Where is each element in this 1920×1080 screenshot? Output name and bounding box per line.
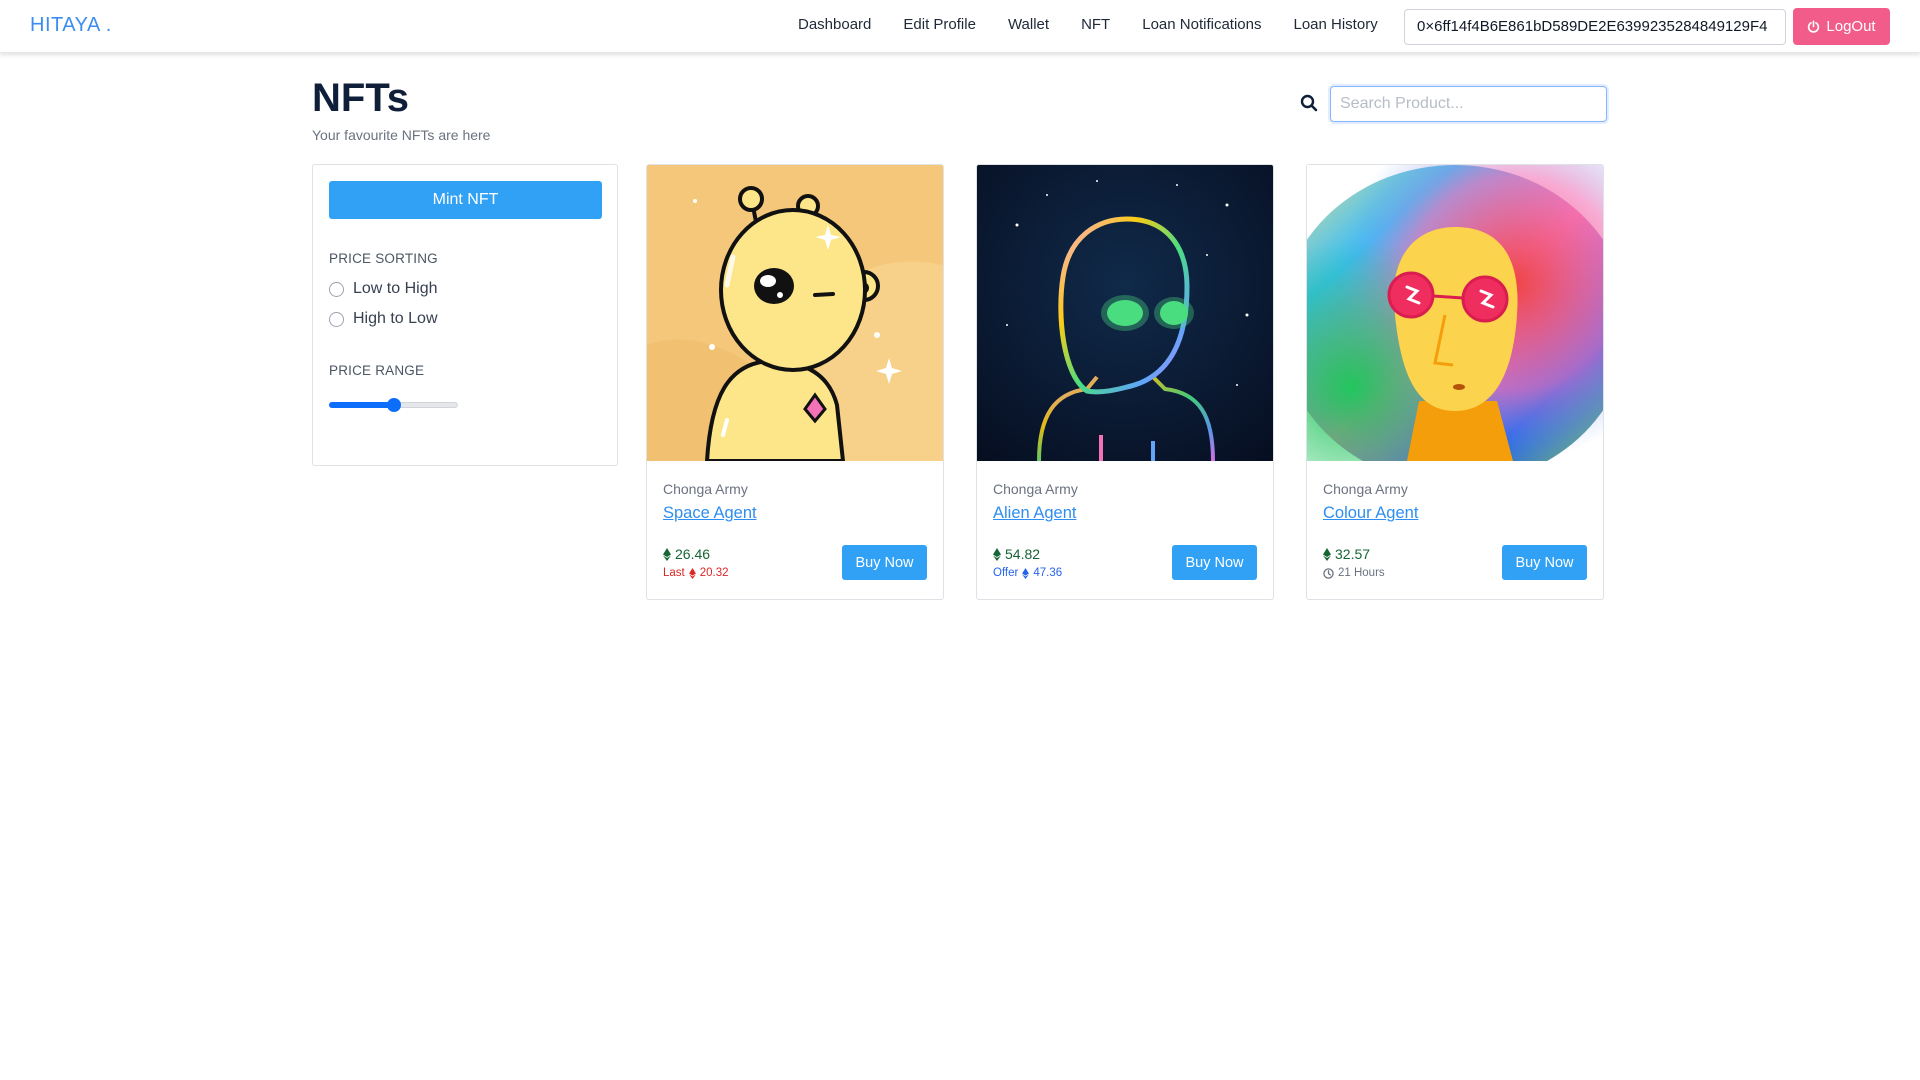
- nav-links: Dashboard Edit Profile Wallet NFT Loan N…: [798, 16, 1378, 33]
- buy-now-button[interactable]: Buy Now: [1172, 545, 1257, 580]
- price-range-slider[interactable]: [329, 396, 458, 414]
- card-sub-prefix: Offer: [993, 567, 1019, 579]
- clock-icon: [1323, 567, 1334, 579]
- ethereum-icon: [1022, 567, 1030, 579]
- nft-image-colour-agent[interactable]: [1307, 165, 1603, 461]
- nav-link-wallet[interactable]: Wallet: [1008, 16, 1049, 33]
- wallet-address-display: 0×6ff14f4B6E861bD589DE2E6399235284849129…: [1404, 9, 1786, 45]
- power-icon: [1808, 20, 1820, 33]
- search-input[interactable]: [1330, 86, 1607, 122]
- nft-image-alien-agent[interactable]: [977, 165, 1273, 461]
- card-collection: Chonga Army: [1323, 481, 1408, 497]
- sort-low-to-high-option[interactable]: Low to High: [329, 280, 438, 298]
- search-icon[interactable]: [1300, 94, 1318, 117]
- card-sub-value: 47.36: [1033, 567, 1063, 579]
- slider-thumb[interactable]: [387, 398, 401, 412]
- nft-card[interactable]: Chonga Army Space Agent 26.46 Last 20.32…: [646, 164, 944, 600]
- card-collection: Chonga Army: [993, 481, 1078, 497]
- nav-link-dashboard[interactable]: Dashboard: [798, 16, 871, 33]
- nft-image-space-agent[interactable]: [647, 165, 943, 461]
- card-last-price: Last 20.32: [663, 567, 729, 579]
- nav-link-nft[interactable]: NFT: [1081, 16, 1110, 33]
- nav-link-edit-profile[interactable]: Edit Profile: [903, 16, 976, 33]
- card-name-link[interactable]: Space Agent: [663, 504, 757, 523]
- price-sorting-label: PRICE SORTING: [329, 251, 438, 266]
- card-price: 26.46: [663, 546, 710, 562]
- sort-high-to-low-option[interactable]: High to Low: [329, 310, 438, 328]
- page-subtitle: Your favourite NFTs are here: [312, 127, 491, 143]
- radio-low-to-high[interactable]: [329, 281, 344, 297]
- buy-now-button[interactable]: Buy Now: [842, 545, 927, 580]
- card-collection: Chonga Army: [663, 481, 748, 497]
- card-price-value: 26.46: [675, 546, 711, 562]
- ethereum-icon: [688, 567, 696, 579]
- price-range-label: PRICE RANGE: [329, 363, 425, 378]
- nft-card[interactable]: Chonga Army Alien Agent 54.82 Offer 47.3…: [976, 164, 1274, 600]
- slider-fill: [329, 402, 394, 408]
- top-navbar: HITAYA . Dashboard Edit Profile Wallet N…: [0, 0, 1920, 53]
- card-offer-price: Offer 47.36: [993, 567, 1062, 579]
- logout-label: LogOut: [1826, 18, 1876, 35]
- nav-link-loan-notifications[interactable]: Loan Notifications: [1142, 16, 1261, 33]
- page-title: NFTs: [312, 76, 410, 120]
- buy-now-button[interactable]: Buy Now: [1502, 545, 1587, 580]
- card-price-value: 54.82: [1005, 546, 1041, 562]
- mint-nft-button[interactable]: Mint NFT: [329, 181, 602, 219]
- card-price: 32.57: [1323, 546, 1370, 562]
- ethereum-icon: [993, 547, 1001, 561]
- card-sub-prefix: Last: [663, 567, 685, 579]
- logout-button[interactable]: LogOut: [1793, 8, 1890, 45]
- card-sub-value: 20.32: [699, 567, 729, 579]
- filter-sidebar: Mint NFT PRICE SORTING Low to High High …: [312, 164, 618, 466]
- card-name-link[interactable]: Alien Agent: [993, 504, 1076, 523]
- radio-label: High to Low: [353, 310, 438, 327]
- card-price-value: 32.57: [1335, 546, 1371, 562]
- nav-link-loan-history[interactable]: Loan History: [1293, 16, 1377, 33]
- ethereum-icon: [1323, 547, 1331, 561]
- card-name-link[interactable]: Colour Agent: [1323, 504, 1418, 523]
- brand-logo[interactable]: HITAYA .: [30, 14, 112, 37]
- radio-label: Low to High: [353, 280, 438, 297]
- card-price: 54.82: [993, 546, 1040, 562]
- card-sub-value: 21 Hours: [1338, 567, 1385, 579]
- card-time-remaining: 21 Hours: [1323, 567, 1385, 579]
- nft-card[interactable]: Chonga Army Colour Agent 32.57 21 Hours …: [1306, 164, 1604, 600]
- ethereum-icon: [663, 547, 671, 561]
- radio-high-to-low[interactable]: [329, 311, 344, 327]
